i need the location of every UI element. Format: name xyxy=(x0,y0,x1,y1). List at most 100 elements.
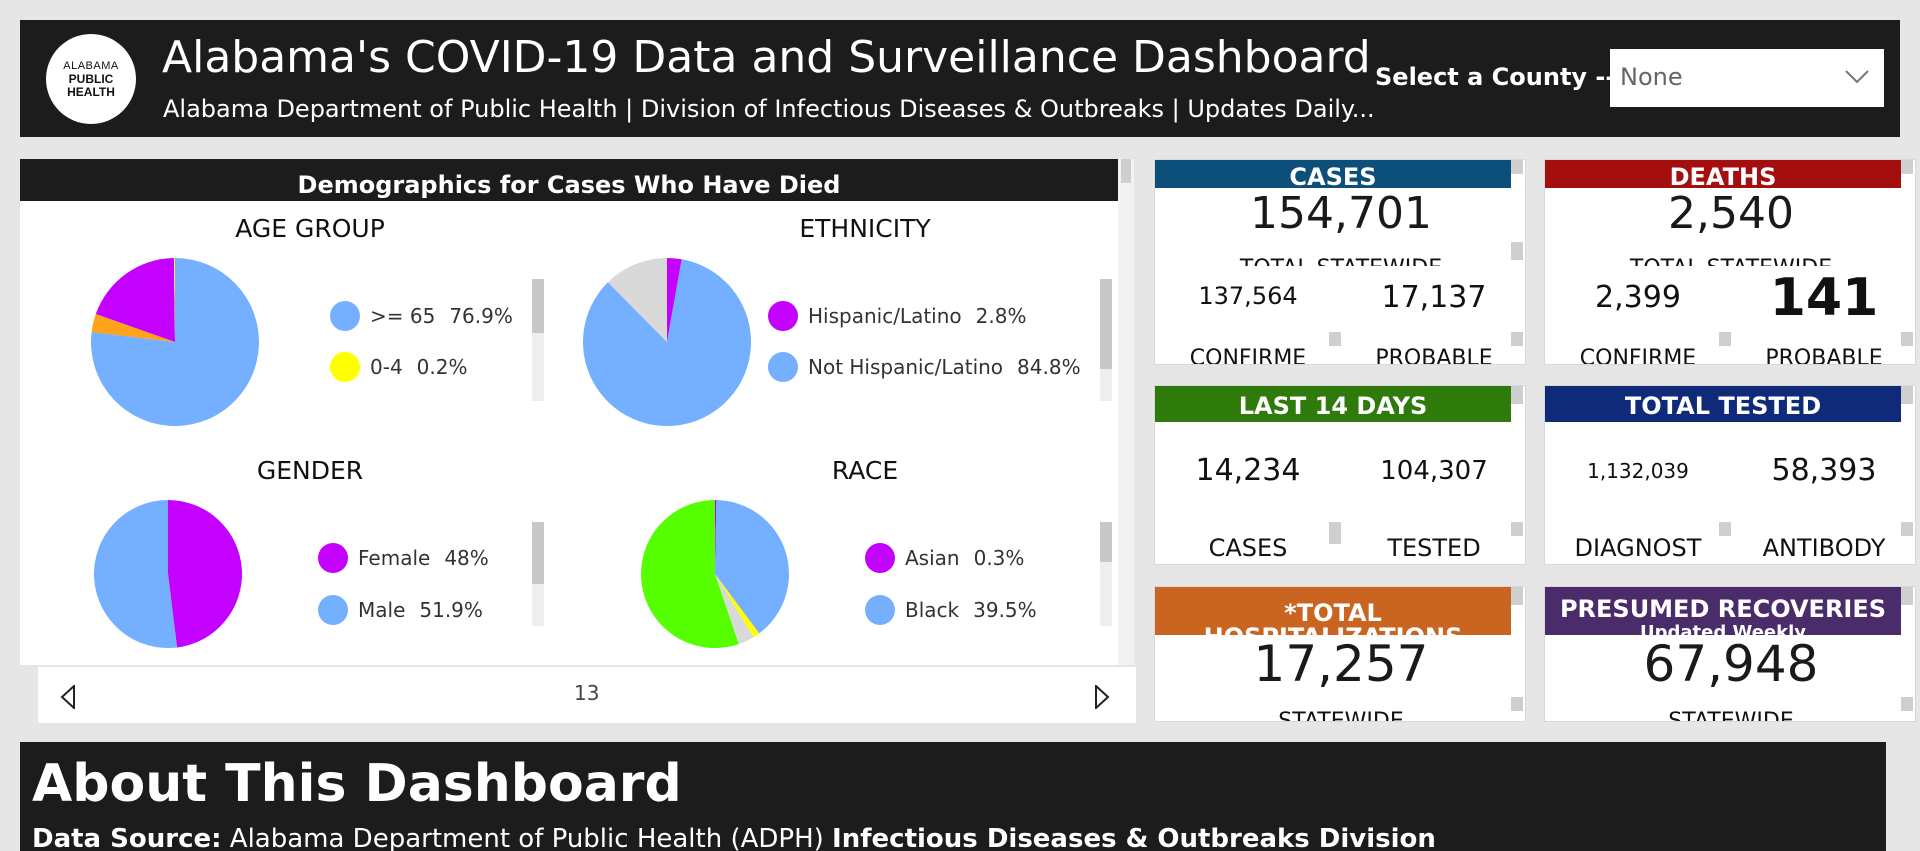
legend-label: Hispanic/Latino xyxy=(808,304,962,328)
dashboard-header: ALABAMA PUBLIC HEALTH Alabama's COVID-19… xyxy=(20,20,1900,137)
deaths-confirmed-caption: CONFIRME xyxy=(1579,346,1697,365)
diagnostic-tests-caption: DIAGNOST xyxy=(1574,534,1702,562)
last-14-days-tested-caption: TESTED xyxy=(1387,534,1481,562)
ethnicity-chart-title: ETHNICITY xyxy=(799,214,931,243)
legend-swatch xyxy=(865,543,895,573)
chart-pager: 13 xyxy=(38,667,1136,723)
data-source-text: Alabama Department of Public Health (ADP… xyxy=(221,824,833,851)
data-source-division: Infectious Diseases & Outbreaks Division xyxy=(832,824,1436,851)
legend-value: 76.9% xyxy=(449,304,513,328)
cases-probable-caption: PROBABLE xyxy=(1375,346,1493,365)
legend-scrollbar[interactable] xyxy=(532,279,544,401)
legend-scrollbar-thumb[interactable] xyxy=(1100,279,1112,369)
card-scrollbar[interactable] xyxy=(1901,697,1913,711)
hospitalizations-card-title: *TOTAL xyxy=(1284,599,1382,627)
cases-card: CASES 154,701 TOTAL STATEWIDE 137,564 17… xyxy=(1154,159,1526,365)
county-dropdown[interactable]: None xyxy=(1610,49,1884,107)
deaths-card-header: DEATHS xyxy=(1545,160,1901,188)
pie-slice-male[interactable] xyxy=(94,500,178,648)
age-chart-title: AGE GROUP xyxy=(235,214,385,243)
logo-line-3: HEALTH xyxy=(67,85,115,99)
legend-scrollbar[interactable] xyxy=(1100,279,1112,401)
data-source-line: Data Source: Alabama Department of Publi… xyxy=(32,824,1436,851)
legend-swatch xyxy=(330,352,360,382)
legend-label: >= 65 xyxy=(370,304,436,328)
legend-swatch xyxy=(768,301,798,331)
demographics-panel: Demographics for Cases Who Have Died AGE… xyxy=(20,159,1136,723)
deaths-probable-caption: PROBABLE xyxy=(1765,346,1883,365)
hospitalizations-caption: STATEWIDE xyxy=(1278,709,1404,722)
next-page-icon[interactable] xyxy=(1092,685,1112,709)
panel-scrollbar-thumb[interactable] xyxy=(1121,159,1131,183)
hospitalizations-card: *TOTAL HOSPITALIZATIONS 17,257 STATEWIDE xyxy=(1154,586,1526,722)
card-scrollbar[interactable] xyxy=(1901,587,1913,605)
adph-logo: ALABAMA PUBLIC HEALTH xyxy=(46,34,136,124)
recoveries-total-value: 67,948 xyxy=(1643,635,1819,693)
card-scrollbar[interactable] xyxy=(1511,522,1523,536)
diagnostic-tests-value: 1,132,039 xyxy=(1587,459,1689,483)
panel-scrollbar[interactable] xyxy=(1118,159,1134,665)
card-scrollbar[interactable] xyxy=(1511,386,1523,404)
demographics-title: Demographics for Cases Who Have Died xyxy=(20,159,1118,201)
recoveries-card-subtitle: Updated Weekly xyxy=(1640,622,1806,635)
legend-value: 2.8% xyxy=(975,304,1027,328)
legend-scrollbar[interactable] xyxy=(1100,522,1112,626)
dashboard-subtitle: Alabama Department of Public Health | Di… xyxy=(163,95,1375,123)
legend-label: Black xyxy=(905,598,960,622)
cases-card-header: CASES xyxy=(1155,160,1511,188)
cases-confirmed-caption: CONFIRME xyxy=(1189,346,1307,365)
legend-value: 0.2% xyxy=(416,355,468,379)
card-scrollbar[interactable] xyxy=(1719,522,1731,536)
card-scrollbar[interactable] xyxy=(1511,160,1523,174)
legend-value: 39.5% xyxy=(973,598,1037,622)
legend-value: 84.8% xyxy=(1017,355,1081,379)
pie-slice-female[interactable] xyxy=(168,500,243,648)
card-scrollbar[interactable] xyxy=(1901,332,1913,346)
recoveries-caption: STATEWIDE xyxy=(1668,709,1794,722)
total-tested-card: TOTAL TESTED 1,132,039 58,393 DIAGNOST A… xyxy=(1544,385,1916,565)
hospitalizations-total-value: 17,257 xyxy=(1253,635,1429,693)
ethnicity-pie-chart xyxy=(583,258,751,426)
deaths-card: DEATHS 2,540 TOTAL STATEWIDE 2,399 141 C… xyxy=(1544,159,1916,365)
gender-pie-chart xyxy=(94,500,243,648)
legend-label: Male xyxy=(358,598,406,622)
last-14-days-cases-value: 14,234 xyxy=(1195,453,1301,488)
card-scrollbar[interactable] xyxy=(1511,587,1523,605)
legend-swatch xyxy=(330,301,360,331)
about-title: About This Dashboard xyxy=(32,754,682,814)
deaths-total-caption: TOTAL STATEWIDE xyxy=(1545,252,1915,266)
legend-scrollbar[interactable] xyxy=(532,522,544,626)
chevron-down-icon xyxy=(1845,70,1869,84)
card-scrollbar[interactable] xyxy=(1511,332,1523,346)
data-source-label: Data Source: xyxy=(32,824,222,851)
recoveries-card-header: PRESUMED RECOVERIES Updated Weekly xyxy=(1545,587,1901,635)
card-scrollbar[interactable] xyxy=(1901,160,1913,174)
last-14-days-card-header: LAST 14 DAYS xyxy=(1155,386,1511,422)
card-scrollbar[interactable] xyxy=(1901,522,1913,536)
legend-scrollbar-thumb[interactable] xyxy=(1100,522,1112,562)
legend-value: 51.9% xyxy=(419,598,483,622)
card-scrollbar[interactable] xyxy=(1719,332,1731,346)
card-scrollbar[interactable] xyxy=(1511,242,1523,260)
last-14-days-cases-caption: CASES xyxy=(1208,534,1288,562)
legend-swatch xyxy=(318,543,348,573)
cases-total-value: 154,701 xyxy=(1250,188,1432,239)
cases-probable-value: 17,137 xyxy=(1381,280,1487,315)
antibody-tests-caption: ANTIBODY xyxy=(1762,534,1886,562)
previous-page-icon[interactable] xyxy=(58,685,78,709)
legend-label: Not Hispanic/Latino xyxy=(808,355,1004,379)
age-pie-chart xyxy=(91,258,260,426)
deaths-confirmed-value: 2,399 xyxy=(1595,280,1681,315)
legend-scrollbar-thumb[interactable] xyxy=(532,522,544,584)
card-scrollbar[interactable] xyxy=(1329,332,1341,346)
page-number: 13 xyxy=(574,681,600,705)
county-select-label: Select a County --> xyxy=(1375,63,1636,91)
card-scrollbar[interactable] xyxy=(1329,522,1341,544)
cases-total-caption: TOTAL STATEWIDE xyxy=(1155,252,1525,266)
legend-scrollbar-thumb[interactable] xyxy=(532,279,544,333)
recoveries-card-title: PRESUMED RECOVERIES xyxy=(1559,595,1887,623)
card-scrollbar[interactable] xyxy=(1901,386,1913,404)
deaths-probable-value: 141 xyxy=(1769,268,1879,328)
hospitalizations-card-header: *TOTAL HOSPITALIZATIONS xyxy=(1155,587,1511,635)
card-scrollbar[interactable] xyxy=(1511,697,1523,711)
